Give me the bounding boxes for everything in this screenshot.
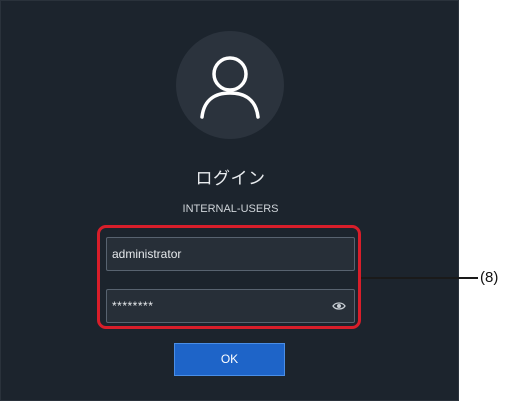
user-icon [200,56,260,119]
login-panel: ログイン INTERNAL-USERS administrator ******… [0,0,459,401]
page-title: ログイン [195,169,266,189]
ok-button[interactable]: OK [174,343,285,376]
realm-label: INTERNAL-USERS [182,203,279,215]
callout-label: (8) [480,269,499,286]
user-avatar [176,31,284,139]
credentials-highlight [97,225,361,329]
callout-line [361,277,478,279]
